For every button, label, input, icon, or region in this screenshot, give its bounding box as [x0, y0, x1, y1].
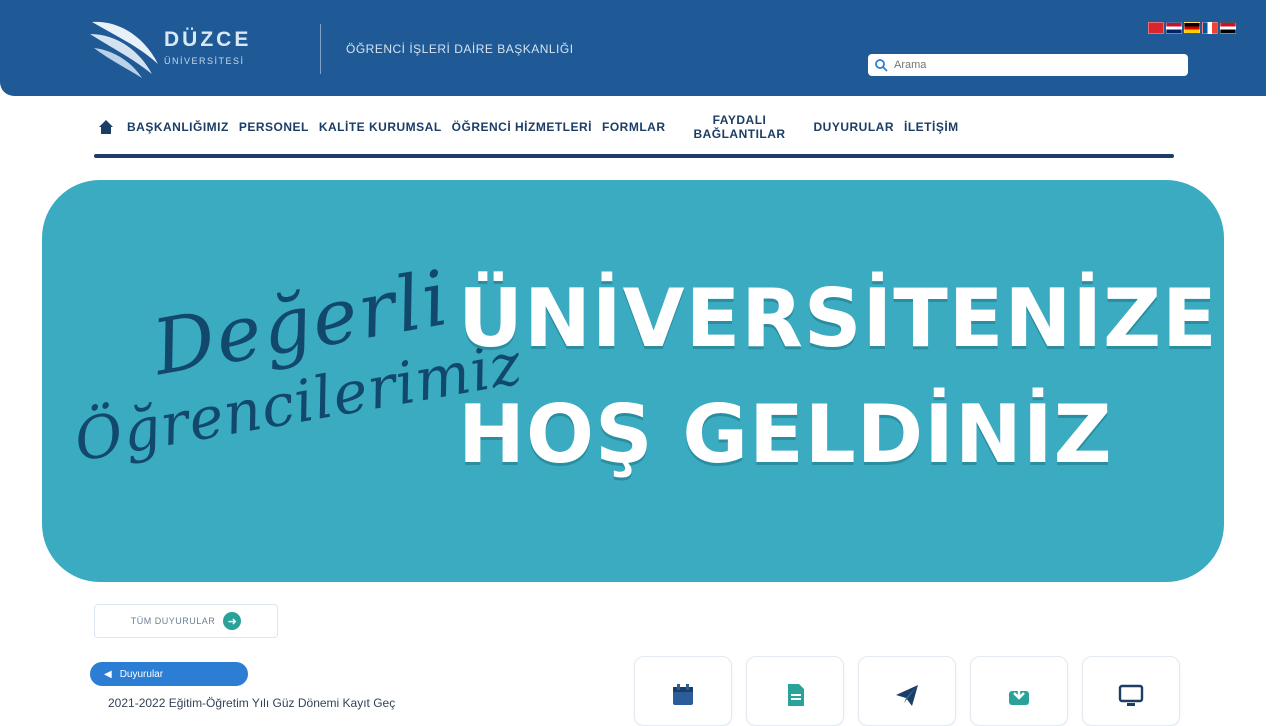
document-icon — [788, 684, 804, 706]
nav-underline — [94, 154, 1174, 158]
tr-flag-icon[interactable] — [1148, 22, 1164, 34]
nav-item-baskanligimiz[interactable]: BAŞKANLIĞIMIZ — [122, 120, 234, 134]
de-flag-icon[interactable] — [1184, 22, 1200, 34]
quick-link-monitor[interactable] — [1082, 656, 1180, 726]
nav-item-kalite-kurumsal[interactable]: KALİTE KURUMSAL — [314, 120, 447, 134]
search-icon[interactable] — [874, 58, 888, 72]
search-input[interactable] — [888, 56, 1178, 74]
banner-headline-line2: HOŞ GELDİNİZ — [458, 388, 1113, 481]
all-announcements-button[interactable]: TÜM DUYURULAR ➜ — [94, 604, 278, 638]
logo-title: DÜZCE — [164, 28, 252, 51]
en-flag-icon[interactable] — [1166, 22, 1182, 34]
announcements-badge[interactable]: ◀ Duyurular — [90, 662, 248, 686]
home-icon[interactable] — [94, 115, 118, 139]
quick-link-inbox[interactable] — [970, 656, 1068, 726]
announcements-badge-label: Duyurular — [119, 668, 164, 680]
announcement-title[interactable]: 2021-2022 Eğitim-Öğretim Yılı Güz Dönemi… — [108, 696, 395, 710]
quick-link-document[interactable] — [746, 656, 844, 726]
fr-flag-icon[interactable] — [1202, 22, 1218, 34]
main-navigation: BAŞKANLIĞIMIZ PERSONEL KALİTE KURUMSAL Ö… — [94, 100, 1174, 154]
banner-headline-line1: ÜNİVERSİTENİZE — [458, 272, 1218, 365]
nav-item-ogrenci-hizmetleri[interactable]: ÖĞRENCİ HİZMETLERİ — [447, 120, 597, 134]
site-header: DÜZCE ÜNİVERSİTESİ ÖĞRENCİ İŞLERİ DAİRE … — [0, 0, 1266, 96]
quick-link-calendar[interactable] — [634, 656, 732, 726]
nav-item-formlar[interactable]: FORMLAR — [597, 120, 671, 134]
language-switcher — [1148, 22, 1236, 34]
quick-link-send[interactable] — [858, 656, 956, 726]
arrow-circle-icon: ➜ — [223, 612, 242, 630]
logo-subtitle: ÜNİVERSİTESİ — [164, 56, 245, 66]
ar-flag-icon[interactable] — [1220, 22, 1236, 34]
inbox-download-icon — [1009, 685, 1029, 705]
wing-logo-icon — [90, 21, 158, 78]
header-divider — [320, 24, 321, 74]
all-announcements-label: TÜM DUYURULAR — [130, 616, 216, 626]
nav-item-personel[interactable]: PERSONEL — [234, 120, 314, 134]
search-box — [868, 54, 1188, 76]
monitor-icon — [1118, 684, 1144, 706]
welcome-banner[interactable]: Değerli Öğrencilerimiz ÜNİVERSİTENİZE HO… — [42, 180, 1224, 582]
nav-item-duyurular[interactable]: DUYURULAR — [809, 120, 900, 134]
department-name[interactable]: ÖĞRENCİ İŞLERİ DAİRE BAŞKANLIĞI — [346, 42, 574, 56]
calendar-icon — [673, 684, 693, 705]
paper-plane-icon — [896, 685, 918, 706]
university-logo[interactable]: DÜZCE ÜNİVERSİTESİ — [88, 16, 303, 80]
nav-item-iletisim[interactable]: İLETİŞİM — [899, 120, 964, 134]
nav-item-faydali-baglantilar[interactable]: FAYDALI BAĞLANTILAR — [671, 113, 809, 141]
megaphone-icon: ◀ — [104, 668, 112, 680]
